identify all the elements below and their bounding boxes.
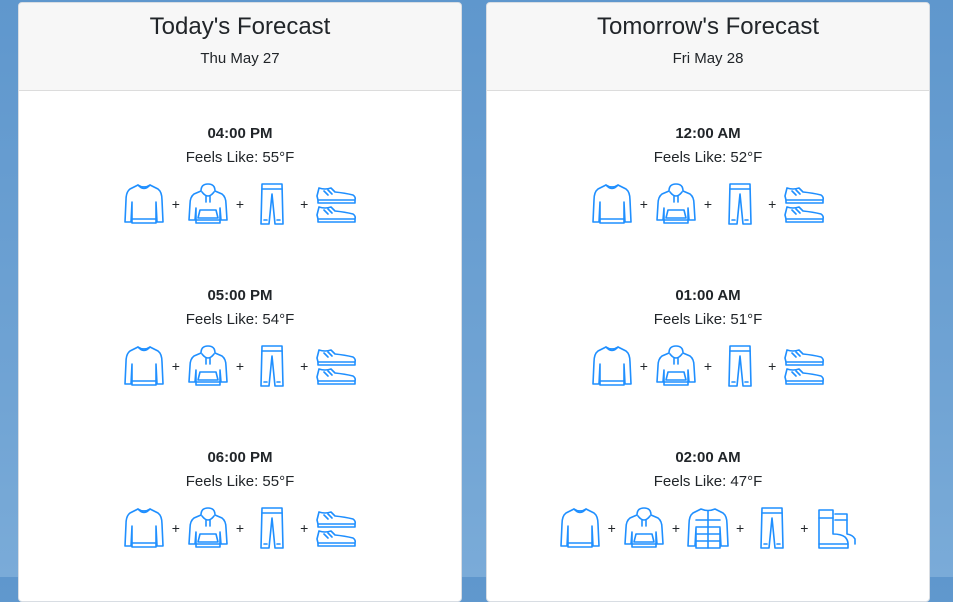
slot-time: 02:00 AM [675,449,741,466]
pants-icon [251,344,293,388]
outfit-row: + + + [19,505,461,551]
forecast-slot: 01:00 AM Feels Like: 51°F + + + [487,287,929,389]
hoodie-icon [655,182,697,226]
plus-separator: + [300,196,309,212]
sneakers-icon [783,344,825,388]
sneakers-icon [315,344,357,388]
slot-feels-like: Feels Like: 51°F [653,311,763,328]
forecast-slot: 02:00 AM Feels Like: 47°F + + + + [487,449,929,551]
forecast-slot: 05:00 PM Feels Like: 54°F + + + [19,287,461,389]
today-forecast-card: Today's Forecast Thu May 27 04:00 PM Fee… [18,2,462,602]
card-title: Tomorrow's Forecast [597,13,819,40]
sneakers-icon [315,506,357,550]
sweater-icon [123,506,165,550]
plus-separator: + [171,196,180,212]
slot-time: 05:00 PM [207,287,273,304]
forecast-slot: 12:00 AM Feels Like: 52°F + + + [487,125,929,227]
card-date: Thu May 27 [200,50,280,67]
slot-time: 06:00 PM [207,449,273,466]
slot-time: 04:00 PM [207,125,273,142]
plus-separator: + [768,196,777,212]
sneakers-icon [315,182,357,226]
hoodie-icon [623,506,665,550]
sneakers-icon [783,182,825,226]
slot-time: 12:00 AM [675,125,741,142]
plus-separator: + [671,520,680,536]
boots-icon [815,506,857,550]
outfit-row: + + + [19,181,461,227]
card-title: Today's Forecast [149,13,331,40]
outfit-row: + + + [487,343,929,389]
plus-separator: + [768,358,777,374]
pants-icon [751,506,793,550]
plus-separator: + [639,358,648,374]
forecast-slot: 06:00 PM Feels Like: 55°F + + + [19,449,461,551]
plus-separator: + [703,358,713,374]
hoodie-icon [187,182,229,226]
slot-feels-like: Feels Like: 47°F [653,473,763,490]
plus-separator: + [300,520,309,536]
plus-separator: + [171,520,180,536]
puffer-jacket-icon [687,506,729,550]
slot-feels-like: Feels Like: 55°F [185,149,295,166]
slot-feels-like: Feels Like: 55°F [185,473,295,490]
pants-icon [251,506,293,550]
hoodie-icon [187,506,229,550]
card-header: Tomorrow's Forecast Fri May 28 [487,3,929,91]
plus-separator: + [235,358,245,374]
pants-icon [719,182,761,226]
plus-separator: + [639,196,648,212]
outfit-row: + + + + [487,505,929,551]
slot-feels-like: Feels Like: 52°F [653,149,763,166]
hoodie-icon [187,344,229,388]
sweater-icon [123,344,165,388]
plus-separator: + [736,520,745,536]
hoodie-icon [655,344,697,388]
card-header: Today's Forecast Thu May 27 [19,3,461,91]
sweater-icon [559,506,601,550]
plus-separator: + [300,358,309,374]
sweater-icon [591,182,633,226]
plus-separator: + [235,520,245,536]
pants-icon [251,182,293,226]
pants-icon [719,344,761,388]
slot-feels-like: Feels Like: 54°F [185,311,295,328]
plus-separator: + [171,358,180,374]
tomorrow-forecast-card: Tomorrow's Forecast Fri May 28 12:00 AM … [486,2,930,602]
plus-separator: + [800,520,809,536]
outfit-row: + + + [19,343,461,389]
slot-time: 01:00 AM [675,287,741,304]
plus-separator: + [235,196,245,212]
sweater-icon [591,344,633,388]
forecast-slot: 04:00 PM Feels Like: 55°F + + + [19,125,461,227]
plus-separator: + [703,196,713,212]
plus-separator: + [607,520,616,536]
sweater-icon [123,182,165,226]
outfit-row: + + + [487,181,929,227]
card-date: Fri May 28 [672,50,744,67]
